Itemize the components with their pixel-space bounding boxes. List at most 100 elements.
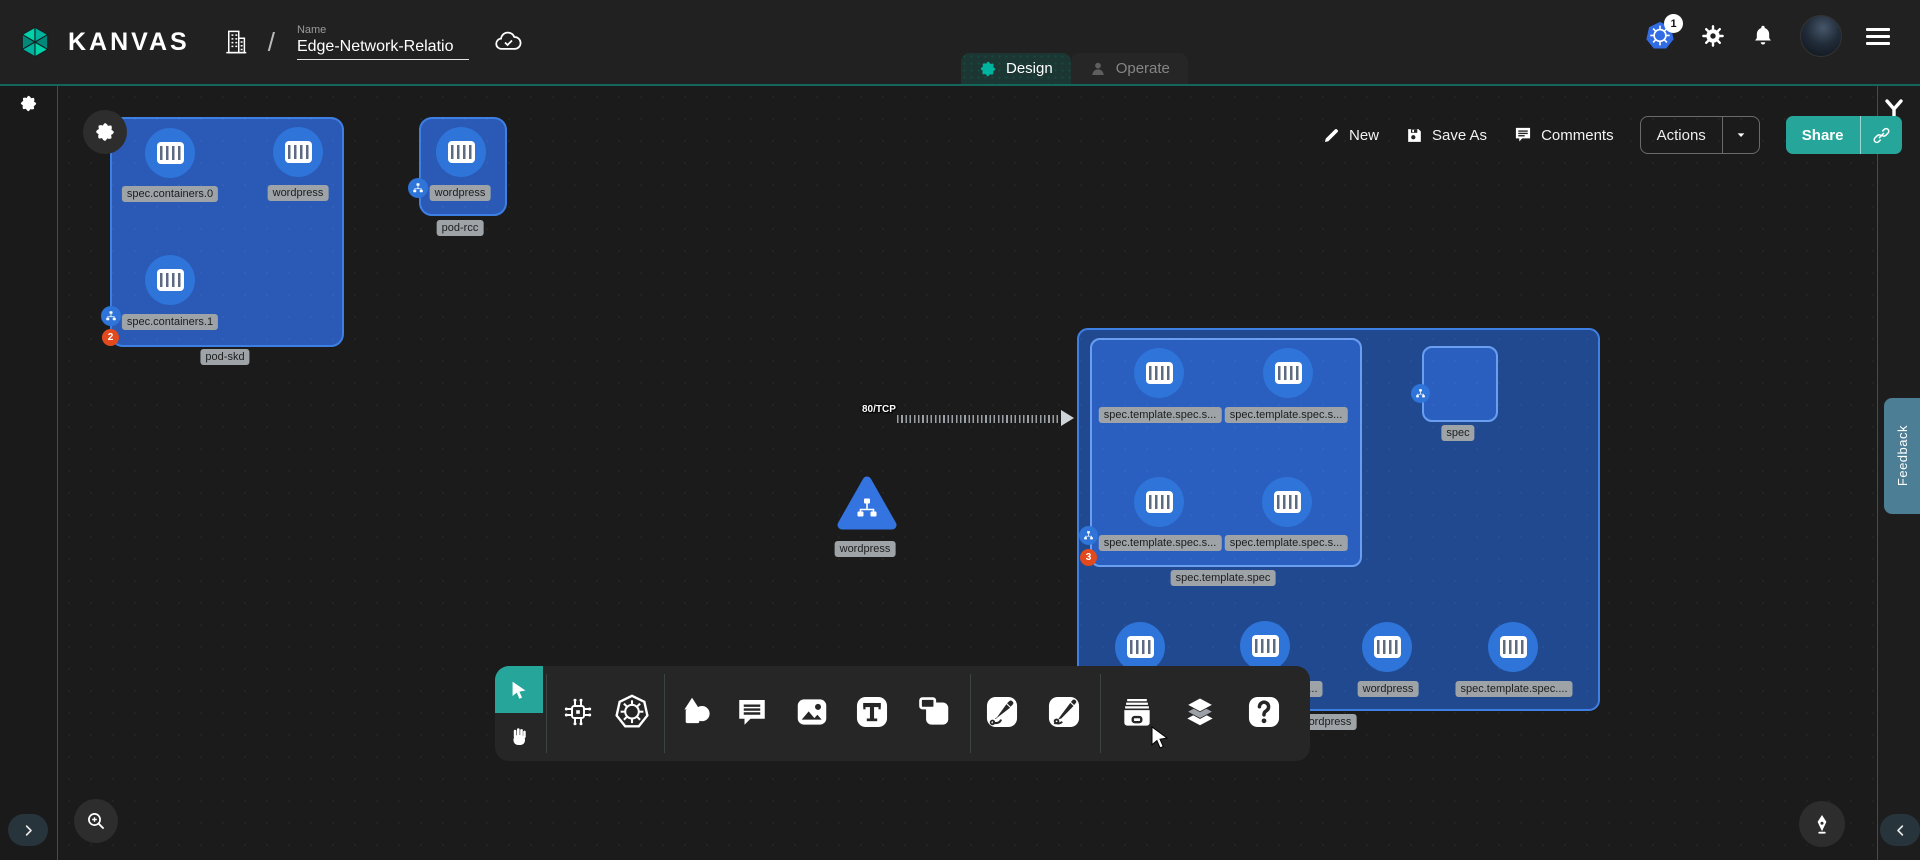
feedback-label: Feedback [1895, 425, 1910, 486]
feedback-tab[interactable]: Feedback [1884, 398, 1920, 514]
layers-tool[interactable] [1180, 692, 1220, 732]
caret-down-icon [1733, 127, 1749, 143]
pan-tool[interactable] [495, 713, 543, 761]
components-tool[interactable] [558, 692, 598, 732]
meshery-spiral-icon[interactable] [19, 94, 38, 113]
collapse-right-panel-button[interactable] [1880, 814, 1920, 846]
actions-label[interactable]: Actions [1641, 117, 1722, 153]
chip-icon [560, 694, 596, 730]
tab-operate[interactable]: Operate [1071, 53, 1188, 84]
freehand-draw-tool[interactable] [1044, 692, 1084, 732]
comments-button[interactable]: Comments [1513, 125, 1614, 145]
magnifier-plus-icon [84, 809, 108, 833]
hamburger-menu-button[interactable] [1866, 28, 1890, 45]
node-deployment-container[interactable] [1240, 621, 1290, 671]
kubernetes-wheel-icon [613, 693, 651, 731]
pod-skd-error-badge[interactable]: 2 [102, 329, 119, 346]
kubernetes-context-button[interactable]: 1 [1644, 20, 1676, 52]
design-spiral-icon [979, 60, 997, 78]
container-icon [157, 142, 184, 164]
image-tool[interactable] [792, 692, 832, 732]
select-tool[interactable] [495, 666, 543, 713]
node-label: spec.template.spec.s... [1225, 535, 1348, 551]
link-icon [1872, 126, 1891, 145]
kubernetes-components-tool[interactable] [612, 692, 652, 732]
container-icon [157, 269, 184, 291]
container-icon [448, 141, 475, 163]
node-template-container[interactable] [1263, 348, 1313, 398]
node-service-wordpress[interactable] [837, 476, 897, 537]
group-label-pod-skd: pod-skd [200, 349, 249, 365]
node-label: wordpress [430, 185, 491, 201]
node-deployment-container[interactable] [1488, 622, 1538, 672]
expand-left-panel-button[interactable] [8, 814, 48, 846]
frame-tool[interactable] [914, 692, 954, 732]
service-edge[interactable] [897, 415, 1063, 423]
toolbar-divider [664, 674, 665, 753]
comment-tool[interactable] [732, 692, 772, 732]
template-spec-relationship-badge[interactable] [1079, 526, 1098, 545]
new-button[interactable]: New [1322, 126, 1379, 145]
shapes-tool[interactable] [676, 692, 716, 732]
copy-link-button[interactable] [1860, 116, 1902, 154]
hand-icon [507, 725, 531, 749]
zoom-search-button[interactable] [74, 799, 118, 843]
template-spec-error-badge[interactable]: 3 [1080, 549, 1097, 566]
pen-mode-button[interactable] [1799, 801, 1845, 847]
tab-design[interactable]: Design [961, 53, 1071, 84]
toolbar-divider [1100, 674, 1101, 753]
pod-skd-relationship-badge[interactable] [101, 306, 121, 326]
user-avatar[interactable] [1800, 15, 1842, 57]
kanvas-logo-icon[interactable] [16, 23, 54, 61]
flower-icon [94, 121, 116, 143]
design-name-input[interactable] [297, 37, 469, 60]
node-spec-containers-0[interactable] [145, 128, 195, 178]
actions-dropdown-toggle[interactable] [1722, 117, 1759, 153]
node-template-container[interactable] [1262, 477, 1312, 527]
node-wordpress-container[interactable] [436, 127, 486, 177]
frame-icon [915, 693, 953, 731]
node-template-container[interactable] [1134, 477, 1184, 527]
share-split-button[interactable]: Share [1786, 116, 1902, 154]
actions-split-button[interactable]: Actions [1640, 116, 1760, 154]
node-label: wordpress [268, 185, 329, 201]
group-label-template-spec: spec.template.spec [1171, 570, 1276, 586]
topology-icon [412, 182, 424, 194]
pencil-icon [1322, 126, 1341, 145]
design-name-label: Name [297, 24, 469, 36]
image-icon [793, 693, 831, 731]
node-label: spec.containers.0 [122, 186, 218, 202]
container-icon [1374, 636, 1401, 658]
left-rail [0, 86, 58, 860]
spec-relationship-badge[interactable] [1411, 384, 1430, 403]
settings-button[interactable] [1700, 23, 1726, 49]
topology-icon [1083, 530, 1094, 541]
pod-rcc-relationship-badge[interactable] [408, 178, 428, 198]
notifications-button[interactable] [1750, 23, 1776, 49]
node-label: spec.template.spec.s... [1225, 407, 1348, 423]
organization-icon[interactable] [220, 27, 250, 57]
pen-path-icon [983, 693, 1021, 731]
node-deployment-container[interactable] [1115, 622, 1165, 672]
save-as-button[interactable]: Save As [1405, 126, 1487, 145]
comment-icon [1513, 125, 1533, 145]
tab-design-label: Design [1006, 60, 1053, 77]
help-tool[interactable] [1244, 692, 1284, 732]
node-wordpress-container[interactable] [273, 127, 323, 177]
drawer-tool[interactable] [1117, 692, 1157, 732]
edge-pen-tool[interactable] [982, 692, 1022, 732]
chevron-right-icon [21, 823, 36, 838]
text-tool[interactable] [852, 692, 892, 732]
node-template-container[interactable] [1134, 348, 1184, 398]
share-label[interactable]: Share [1786, 116, 1860, 154]
app-header: KANVAS / Name Design Operate [0, 0, 1920, 86]
node-spec-containers-1[interactable] [145, 255, 195, 305]
new-label: New [1349, 127, 1379, 144]
canvas-flower-button[interactable] [83, 110, 127, 154]
node-deployment-container[interactable] [1362, 622, 1412, 672]
container-icon [1127, 636, 1154, 658]
edge-arrowhead-icon [1061, 410, 1074, 426]
toolbar-divider [970, 674, 971, 753]
container-icon [1275, 362, 1302, 384]
design-name-field: Name [297, 24, 469, 60]
